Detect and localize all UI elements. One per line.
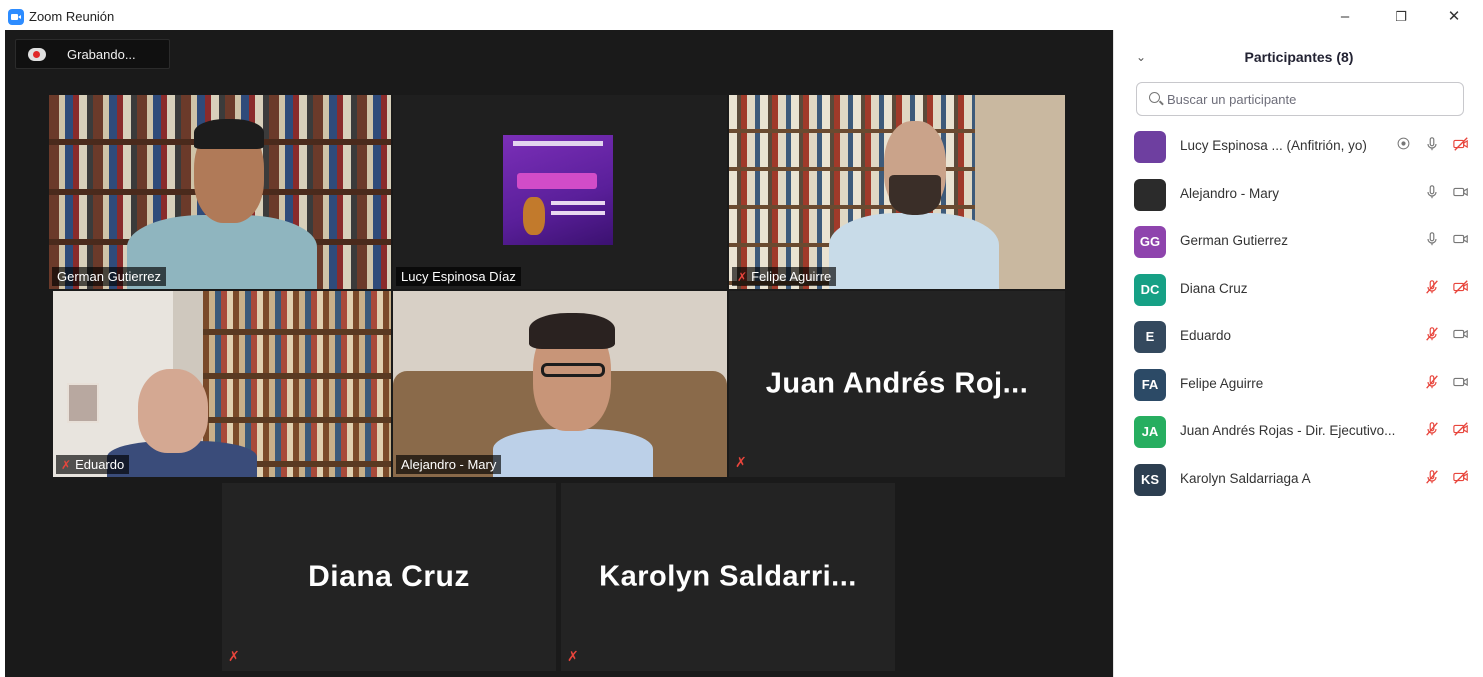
avatar: KS [1134, 463, 1166, 496]
tile-name-tag: ✗ Felipe Aguirre [732, 267, 837, 286]
participant-row[interactable]: JA Juan Andrés Rojas - Dir. Ejecutivo... [1114, 408, 1483, 456]
camera-off-icon[interactable] [1452, 279, 1470, 297]
participants-panel: ⌄ Participantes (8) Lucy Espinosa ... (A… [1113, 30, 1483, 677]
restore-button[interactable]: ❐ [1387, 6, 1415, 28]
tile-name-tag: Lucy Espinosa Díaz [396, 267, 521, 286]
tile-name-tag: German Gutierrez [52, 267, 167, 286]
video-tile-juan-andres[interactable]: Juan Andrés Roj... ✗ [729, 291, 1065, 477]
video-tile-eduardo[interactable]: ✗ Eduardo [53, 291, 391, 477]
mic-muted-icon: ✗ [61, 457, 72, 472]
participant-display-name: Karolyn Saldarri... [599, 560, 857, 593]
participant-display-name: Juan Andrés Roj... [765, 367, 1029, 400]
avatar [1134, 178, 1166, 211]
mic-muted-icon: ✗ [567, 648, 579, 664]
camera-icon[interactable] [1452, 326, 1470, 344]
participant-row[interactable]: DC Diana Cruz [1114, 266, 1483, 314]
recording-icon [1396, 136, 1414, 154]
microphone-muted-icon[interactable] [1424, 421, 1442, 439]
search-icon [1149, 92, 1160, 103]
avatar: JA [1134, 416, 1166, 448]
participant-row[interactable]: Lucy Espinosa ... (Anfitrión, yo) [1114, 123, 1483, 171]
participant-status-icons [1424, 279, 1470, 297]
avatar: DC [1134, 273, 1166, 306]
mic-muted-icon: ✗ [735, 454, 747, 470]
participant-name: German Gutierrez [1180, 233, 1289, 248]
participant-status-icons [1424, 374, 1470, 392]
microphone-icon[interactable] [1424, 136, 1442, 154]
participant-name: Alejandro - Mary [1180, 185, 1280, 201]
zoom-logo-icon [8, 9, 24, 25]
microphone-icon[interactable] [1424, 184, 1442, 202]
recording-indicator[interactable]: Grabando... [15, 39, 170, 69]
participant-name: Eduardo [1180, 328, 1232, 343]
avatar [1134, 131, 1166, 163]
window-title: Zoom Reunión [29, 9, 115, 24]
participant-status-icons [1396, 136, 1470, 154]
participant-row[interactable]: Alejandro - Mary [1114, 171, 1483, 219]
cloud-record-icon [28, 48, 46, 61]
mic-muted-icon: ✗ [737, 269, 748, 284]
participant-status-icons [1424, 421, 1470, 439]
participant-display-name: Diana Cruz [308, 560, 470, 593]
video-tile-lucy[interactable]: Lucy Espinosa Díaz [393, 95, 727, 289]
participant-name: Felipe Aguirre [1180, 375, 1264, 391]
tile-name-tag: Alejandro - Mary [396, 455, 502, 474]
camera-off-icon[interactable] [1452, 421, 1470, 439]
video-gallery: Grabando... German Gutierrez Lucy Espino… [5, 30, 1113, 677]
participant-status-icons [1424, 184, 1470, 202]
participant-row[interactable]: E Eduardo [1114, 313, 1483, 361]
avatar: FA [1134, 368, 1166, 401]
participant-status-icons [1424, 326, 1470, 344]
participant-row[interactable]: FA Felipe Aguirre [1114, 361, 1483, 409]
video-tile-karolyn[interactable]: Karolyn Saldarri... ✗ [561, 483, 895, 671]
camera-icon[interactable] [1452, 184, 1470, 202]
title-bar: Zoom Reunión – ❐ ✕ [0, 0, 1483, 34]
participant-name: Lucy Espinosa ... (Anfitrión, yo) [1180, 138, 1367, 153]
avatar: E [1134, 321, 1166, 353]
event-poster [503, 135, 613, 245]
participant-name: Diana Cruz [1180, 280, 1248, 296]
microphone-muted-icon[interactable] [1424, 326, 1442, 344]
video-tile-diana[interactable]: Diana Cruz ✗ [222, 483, 556, 671]
participant-list: Lucy Espinosa ... (Anfitrión, yo) Alejand… [1114, 123, 1483, 503]
avatar: GG [1134, 226, 1166, 258]
video-tile-felipe[interactable]: ✗ Felipe Aguirre [729, 95, 1065, 289]
video-tile-alejandro[interactable]: Alejandro - Mary [393, 291, 727, 477]
tile-name-tag: ✗ Eduardo [56, 455, 130, 474]
close-button[interactable]: ✕ [1440, 6, 1468, 28]
panel-title: Participantes (8) [1244, 49, 1354, 65]
camera-icon[interactable] [1452, 231, 1470, 249]
participant-status-icons [1424, 469, 1470, 487]
recording-label: Grabando... [67, 47, 136, 62]
microphone-muted-icon[interactable] [1424, 469, 1442, 487]
tile-name: Lucy Espinosa Díaz [401, 269, 516, 284]
tile-name: Felipe Aguirre [751, 269, 832, 284]
video-tile-german[interactable]: German Gutierrez [49, 95, 391, 289]
participant-row[interactable]: KS Karolyn Saldarriaga A [1114, 456, 1483, 504]
tile-name: Eduardo [75, 457, 125, 472]
participant-row[interactable]: GG German Gutierrez [1114, 218, 1483, 266]
search-input[interactable] [1167, 89, 1457, 109]
microphone-icon[interactable] [1424, 231, 1442, 249]
microphone-muted-icon[interactable] [1424, 279, 1442, 297]
camera-icon[interactable] [1452, 374, 1470, 392]
camera-off-icon[interactable] [1452, 469, 1470, 487]
mic-muted-icon: ✗ [228, 648, 240, 664]
participant-name: Juan Andrés Rojas - Dir. Ejecutivo... [1180, 423, 1396, 438]
tile-name: German Gutierrez [57, 269, 162, 284]
participant-search[interactable] [1136, 82, 1464, 116]
participant-status-icons [1424, 231, 1470, 249]
camera-off-icon[interactable] [1452, 136, 1470, 154]
microphone-muted-icon[interactable] [1424, 374, 1442, 392]
minimize-button[interactable]: – [1331, 6, 1359, 28]
tile-name: Alejandro - Mary [401, 457, 497, 472]
participant-name: Karolyn Saldarriaga A [1180, 470, 1311, 486]
